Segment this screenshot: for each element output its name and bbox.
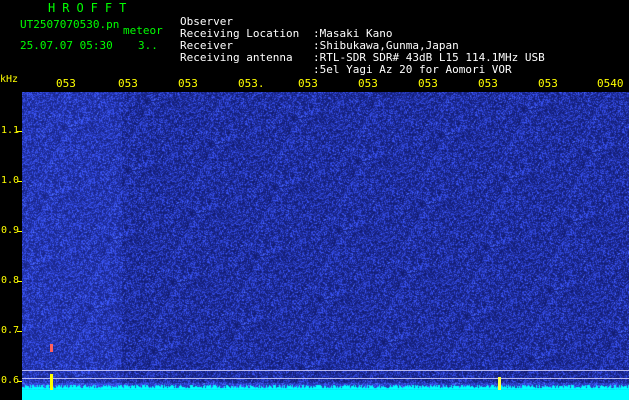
time-axis: 053 053 053 053. 053 053 053 053 053 054… bbox=[0, 78, 629, 92]
time-tick: 053. bbox=[238, 77, 265, 90]
time-tick: 053 bbox=[538, 77, 558, 90]
info-row-antenna: Receiving antenna :5el Yagi Az 20 for Ao… bbox=[180, 40, 512, 76]
header-panel: HROFFT UT2507070530.pn meteor 25.07.07 0… bbox=[0, 0, 629, 76]
time-tick: 053 bbox=[418, 77, 438, 90]
file-name: UT2507070530.pn bbox=[20, 18, 120, 31]
reference-line bbox=[22, 370, 629, 371]
observation-datetime: 25.07.07 05:30 bbox=[20, 39, 113, 52]
reference-line bbox=[22, 378, 629, 379]
observation-tag: meteor bbox=[123, 24, 163, 37]
info-row-observer: Observer :Masaki Kano bbox=[180, 4, 392, 40]
time-tick: 053 bbox=[298, 77, 318, 90]
spectrogram-waterfall[interactable] bbox=[22, 92, 629, 400]
event-counter: 3.. bbox=[138, 39, 158, 52]
time-tick: 053 bbox=[118, 77, 138, 90]
info-row-receiver: Receiver :RTL-SDR SDR# 43dB L15 114.1MHz… bbox=[180, 28, 545, 64]
app-title: HROFFT bbox=[48, 1, 134, 15]
info-value: :5el Yagi Az 20 for Aomori VOR bbox=[313, 63, 512, 76]
info-label: Receiving antenna bbox=[180, 51, 293, 64]
time-tick: 053 bbox=[358, 77, 378, 90]
info-row-location: Receiving Location :Shibukawa,Gunma,Japa… bbox=[180, 16, 459, 52]
time-tick: 0540 bbox=[597, 77, 624, 90]
station-info: Observer :Masaki Kano Receiving Location… bbox=[180, 4, 545, 76]
time-tick: 053 bbox=[478, 77, 498, 90]
spectrogram-noise bbox=[22, 92, 629, 400]
carrier-signal-band bbox=[22, 390, 629, 400]
meteor-echo bbox=[50, 344, 53, 352]
frequency-axis: 1.1 1.0 0.9 0.8 0.7 0.6 bbox=[0, 92, 22, 400]
time-tick: 053 bbox=[56, 77, 76, 90]
time-tick: 053 bbox=[178, 77, 198, 90]
